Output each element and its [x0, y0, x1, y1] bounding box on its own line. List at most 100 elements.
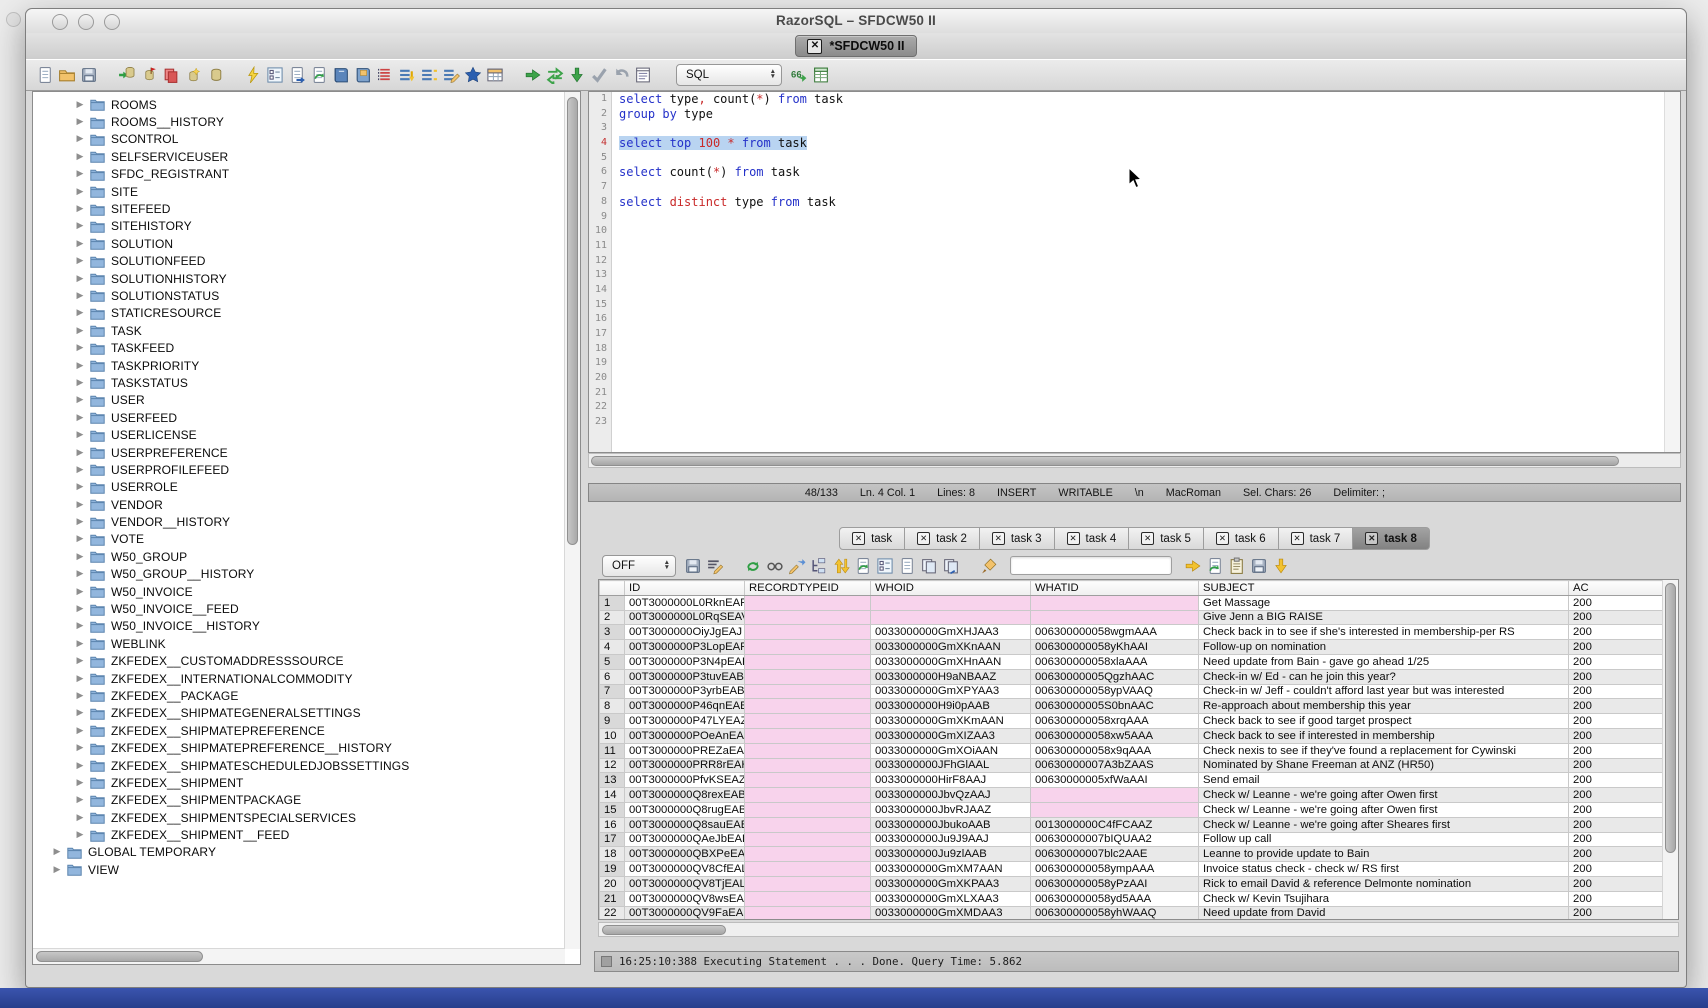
disclosure-triangle-icon[interactable]: ▶ [74, 603, 86, 614]
close-tab-icon[interactable]: ✕ [1291, 532, 1304, 545]
cell-subject[interactable]: Need update from David [1199, 906, 1569, 920]
disclosure-triangle-icon[interactable]: ▶ [74, 533, 86, 544]
code-line-15[interactable] [619, 298, 1664, 313]
results-search-input[interactable] [1010, 556, 1172, 575]
tree-item-zkfedex-package[interactable]: ▶ZKFEDEX__PACKAGE [33, 687, 564, 704]
code-line-10[interactable] [619, 224, 1664, 239]
cell-id[interactable]: 00T3000000PRR8rEAH [625, 758, 745, 773]
disclosure-triangle-icon[interactable]: ▶ [74, 325, 86, 336]
code-line-12[interactable] [619, 254, 1664, 269]
close-connection-tab-icon[interactable]: ✕ [807, 39, 822, 54]
disclosure-triangle-icon[interactable]: ▶ [74, 812, 86, 823]
cell-subject[interactable]: Give Jenn a BIG RAISE [1199, 610, 1569, 625]
disclosure-triangle-icon[interactable]: ▶ [74, 186, 86, 197]
cell-recordtypeid[interactable] [745, 802, 871, 817]
result-grid-icon[interactable] [810, 64, 832, 86]
cell-ac[interactable]: 200 [1569, 699, 1663, 714]
star-icon[interactable] [462, 64, 484, 86]
tree-item-zkfedex-internationalcommodity[interactable]: ▶ZKFEDEX__INTERNATIONALCOMMODITY [33, 670, 564, 687]
scrollbar-thumb[interactable] [591, 456, 1619, 466]
cell-id[interactable]: 00T3000000Q8sauEAB [625, 817, 745, 832]
cell-subject[interactable]: Send email [1199, 773, 1569, 788]
disclosure-triangle-icon[interactable]: ▶ [74, 238, 86, 249]
editor-horizontal-scrollbar[interactable] [588, 453, 1681, 468]
arrows-updown-yellow-icon[interactable] [830, 555, 852, 577]
row-number[interactable]: 3 [600, 625, 625, 640]
page-export-icon[interactable] [286, 64, 308, 86]
code-line-16[interactable] [619, 312, 1664, 327]
disclosure-triangle-icon[interactable]: ▶ [74, 273, 86, 284]
cell-recordtypeid[interactable] [745, 817, 871, 832]
code-line-11[interactable] [619, 239, 1664, 254]
disclosure-triangle-icon[interactable]: ▶ [74, 794, 86, 805]
cell-id[interactable]: 00T3000000P47LYEAZ [625, 714, 745, 729]
cell-id[interactable]: 00T3000000P3yrbEAB [625, 684, 745, 699]
arrows-swap-icon[interactable] [544, 64, 566, 86]
disclosure-triangle-icon[interactable]: ▶ [74, 499, 86, 510]
cell-recordtypeid[interactable] [745, 758, 871, 773]
row-number[interactable]: 6 [600, 669, 625, 684]
tree-item-vendor-history[interactable]: ▶VENDOR__HISTORY [33, 513, 564, 530]
cell-recordtypeid[interactable] [745, 654, 871, 669]
row-number[interactable]: 1 [600, 595, 625, 610]
disclosure-triangle-icon[interactable]: ▶ [74, 394, 86, 405]
cell-subject[interactable]: Nominated by Shane Freeman at ANZ (HR50) [1199, 758, 1569, 773]
cell-subject[interactable]: Check-in w/ Ed - can he join this year? [1199, 669, 1569, 684]
tree-item-w50-group-history[interactable]: ▶W50_GROUP__HISTORY [33, 566, 564, 583]
cell-ac[interactable]: 200 [1569, 714, 1663, 729]
cell-whoid[interactable]: 0033000000GmXLXAA3 [871, 891, 1031, 906]
scrollbar-thumb[interactable] [1665, 583, 1676, 853]
disclosure-triangle-icon[interactable]: ▶ [74, 429, 86, 440]
row-number[interactable]: 2 [600, 610, 625, 625]
title-bar[interactable]: RazorSQL – SFDCW50 II [26, 9, 1686, 34]
arrow-down-yellow-icon[interactable] [1270, 555, 1292, 577]
tree-item-weblink[interactable]: ▶WEBLINK [33, 635, 564, 652]
row-number[interactable]: 21 [600, 891, 625, 906]
disclosure-triangle-icon[interactable]: ▶ [74, 638, 86, 649]
row-number[interactable]: 8 [600, 699, 625, 714]
row-number[interactable]: 14 [600, 788, 625, 803]
disclosure-triangle-icon[interactable]: ▶ [74, 116, 86, 127]
cell-id[interactable]: 00T3000000QAeJbEAL [625, 832, 745, 847]
cell-subject[interactable]: Rick to email David & reference Delmonte… [1199, 876, 1569, 891]
db-flag-icon[interactable] [138, 64, 160, 86]
sql-mode-select[interactable]: SQL▲▼ [676, 64, 782, 86]
tree-item-rooms-history[interactable]: ▶ROOMS__HISTORY [33, 113, 564, 130]
tree-item-selfserviceuser[interactable]: ▶SELFSERVICEUSER [33, 148, 564, 165]
cell-whoid[interactable]: 0033000000HirF8AAJ [871, 773, 1031, 788]
page-refresh-icon[interactable] [308, 64, 330, 86]
close-tab-icon[interactable]: ✕ [992, 532, 1005, 545]
cell-recordtypeid[interactable] [745, 832, 871, 847]
tree-item-task[interactable]: ▶TASK [33, 322, 564, 339]
cell-whatid[interactable]: 006300000058yd5AAA [1031, 891, 1199, 906]
cell-ac[interactable]: 200 [1569, 891, 1663, 906]
cell-whatid[interactable] [1031, 788, 1199, 803]
cell-recordtypeid[interactable] [745, 610, 871, 625]
code-line-22[interactable] [619, 400, 1664, 415]
save-icon[interactable] [1248, 555, 1270, 577]
code-line-19[interactable] [619, 356, 1664, 371]
code-line-20[interactable] [619, 371, 1664, 386]
code-line-4[interactable]: select top 100 * from task [619, 136, 1664, 151]
tree-item-view[interactable]: ▶VIEW [33, 861, 564, 878]
cell-id[interactable]: 00T3000000P3LopEAF [625, 640, 745, 655]
tree-item-w50-invoice-feed[interactable]: ▶W50_INVOICE__FEED [33, 600, 564, 617]
column-header-subject[interactable]: SUBJECT [1199, 581, 1569, 596]
cell-ac[interactable]: 200 [1569, 758, 1663, 773]
cell-ac[interactable]: 200 [1569, 876, 1663, 891]
table-horizontal-scrollbar[interactable] [598, 922, 1679, 937]
translate-icon[interactable]: 66 [788, 64, 810, 86]
tree-item-zkfedex-shipmatescheduledjobssettings[interactable]: ▶ZKFEDEX__SHIPMATESCHEDULEDJOBSSETTINGS [33, 757, 564, 774]
disclosure-triangle-icon[interactable]: ▶ [74, 151, 86, 162]
book-blue-icon[interactable] [330, 64, 352, 86]
disclosure-triangle-icon[interactable]: ▶ [74, 673, 86, 684]
clipboard-new-icon[interactable] [1226, 555, 1248, 577]
cell-id[interactable]: 00T3000000POeAnEAL [625, 728, 745, 743]
close-tab-icon[interactable]: ✕ [1067, 532, 1080, 545]
row-number[interactable]: 19 [600, 862, 625, 877]
cell-subject[interactable]: Check w/ Leanne - we're going after Owen… [1199, 788, 1569, 803]
cell-whoid[interactable]: 0033000000GmXPYAA3 [871, 684, 1031, 699]
cell-ac[interactable]: 200 [1569, 610, 1663, 625]
cell-subject[interactable]: Check w/ Kevin Tsujihara [1199, 891, 1569, 906]
tree-item-userpreference[interactable]: ▶USERPREFERENCE [33, 444, 564, 461]
